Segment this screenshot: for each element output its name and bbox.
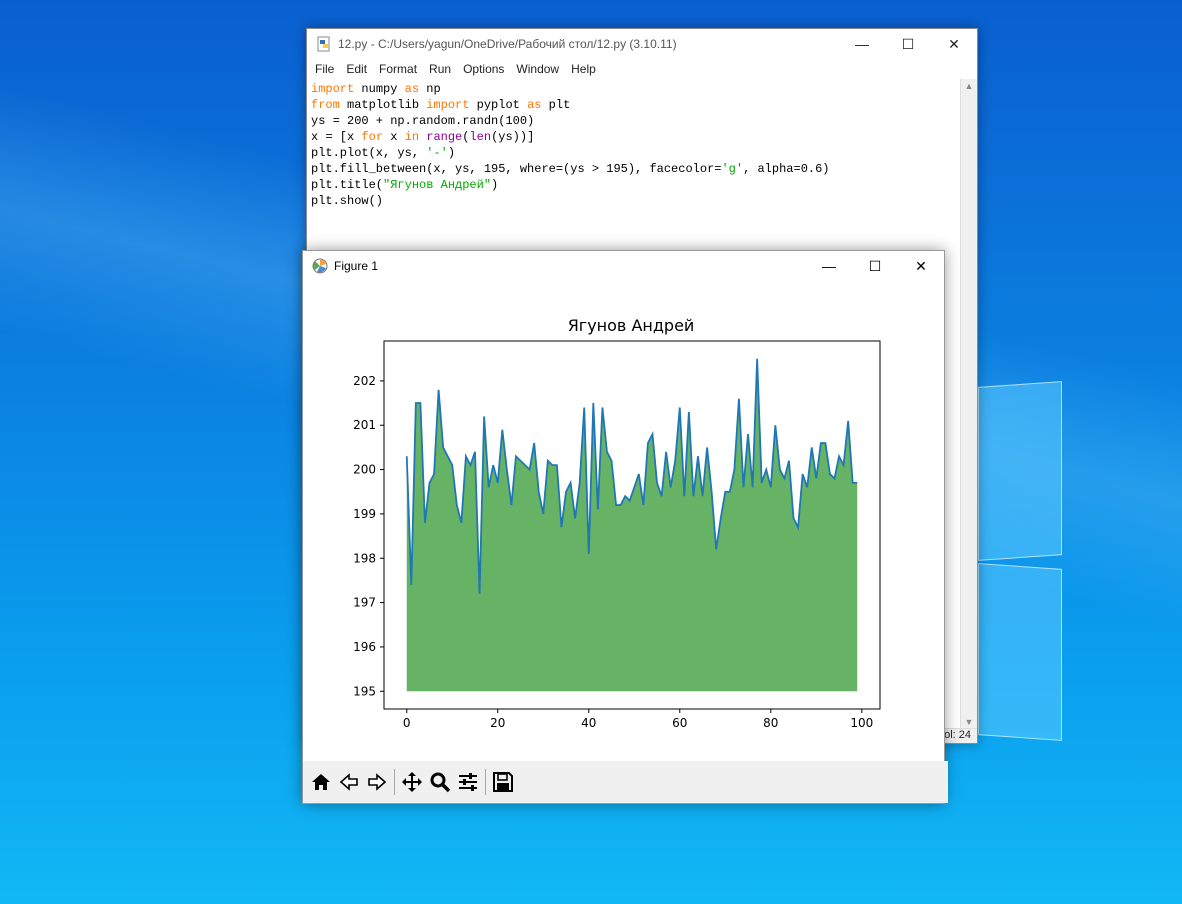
chart: Ягунов Андрей 0 20 40 60 80 100 195 196 197 198 19… xyxy=(353,316,881,730)
x-tick-label: 80 xyxy=(763,716,778,730)
x-tick-label: 0 xyxy=(403,716,411,730)
maximize-button[interactable]: ☐ xyxy=(885,29,931,59)
figure-window[interactable]: Figure 1 — ☐ ✕ Ягунов Андрей 0 20 40 60 80 10… xyxy=(302,250,948,804)
code-token: ) xyxy=(491,178,499,192)
toolbar-separator xyxy=(485,769,486,795)
code-line: plt.title("Ягунов Андрей") xyxy=(311,177,961,193)
code-token: 'g' xyxy=(721,162,744,176)
code-token: as xyxy=(527,98,542,112)
menu-run[interactable]: Run xyxy=(423,62,457,76)
menu-edit[interactable]: Edit xyxy=(340,62,373,76)
code-line: plt.fill_between(x, ys, 195, where=(ys >… xyxy=(311,161,961,177)
code-token: matplotlib xyxy=(339,98,427,112)
figure-minimize-button[interactable]: — xyxy=(806,251,852,281)
y-tick-label: 200 xyxy=(353,463,376,477)
menu-file[interactable]: File xyxy=(309,62,340,76)
code-line: import numpy as np xyxy=(311,81,961,97)
editor-scrollbar[interactable]: ▲ ▼ xyxy=(960,79,977,729)
code-token: import xyxy=(426,98,470,112)
code-token: np xyxy=(419,82,441,96)
figure-close-button[interactable]: ✕ xyxy=(898,251,944,281)
code-token: for xyxy=(361,130,384,144)
code-token: plt.fill_between(x, ys, 195, where=(ys >… xyxy=(311,162,722,176)
code-token: plt xyxy=(541,98,571,112)
back-icon[interactable] xyxy=(335,768,363,796)
fill-area xyxy=(406,358,858,692)
menu-options[interactable]: Options xyxy=(457,62,510,76)
code-line: plt.show() xyxy=(311,193,961,209)
zoom-icon[interactable] xyxy=(426,768,454,796)
figure-maximize-button[interactable]: ☐ xyxy=(852,251,898,281)
configure-subplots-icon[interactable] xyxy=(454,768,482,796)
code-token: len xyxy=(469,130,492,144)
close-button[interactable]: ✕ xyxy=(931,29,977,59)
code-line: from matplotlib import pyplot as plt xyxy=(311,97,961,113)
y-tick-label: 202 xyxy=(353,374,376,388)
figure-canvas[interactable]: Ягунов Андрей 0 20 40 60 80 100 195 196 197 198 19… xyxy=(303,281,944,761)
menu-help[interactable]: Help xyxy=(565,62,602,76)
cursor-column-indicator: ol: 24 xyxy=(944,729,971,741)
code-token: x xyxy=(383,130,405,144)
pan-icon[interactable] xyxy=(398,768,426,796)
code-token: plt.show() xyxy=(311,194,384,208)
idle-title-bar[interactable]: 12.py - C:/Users/yagun/OneDrive/Рабочий … xyxy=(307,29,977,59)
code-token: as xyxy=(404,82,420,96)
x-tick-label: 20 xyxy=(490,716,505,730)
code-token: import xyxy=(311,82,355,96)
y-tick-label: 195 xyxy=(353,684,376,698)
scroll-down-arrow-icon[interactable]: ▼ xyxy=(961,715,977,729)
code-token: '-' xyxy=(426,146,448,160)
y-tick-label: 198 xyxy=(353,551,376,565)
code-token: range xyxy=(426,130,463,144)
x-tick-label: 100 xyxy=(850,716,873,730)
code-token: in xyxy=(404,130,420,144)
y-tick-label: 196 xyxy=(353,640,376,654)
home-icon[interactable] xyxy=(307,768,335,796)
python-file-icon xyxy=(317,36,330,52)
code-token: , alpha=0.6) xyxy=(743,162,830,176)
forward-icon[interactable] xyxy=(363,768,391,796)
toolbar-separator xyxy=(394,769,395,795)
code-token: "Ягунов Андрей" xyxy=(383,178,492,192)
matplotlib-logo-icon xyxy=(312,258,328,274)
y-tick-label: 199 xyxy=(353,507,376,521)
chart-title: Ягунов Андрей xyxy=(568,316,695,335)
code-token: from xyxy=(311,98,340,112)
code-token: ) xyxy=(447,146,456,160)
code-token: ys = 200 + np.random.randn(100) xyxy=(311,114,535,128)
code-line: x = [x for x in range(len(ys))] xyxy=(311,129,961,145)
x-tick-label: 60 xyxy=(672,716,687,730)
idle-window-title: 12.py - C:/Users/yagun/OneDrive/Рабочий … xyxy=(338,37,677,51)
code-line: plt.plot(x, ys, '-') xyxy=(311,145,961,161)
y-tick-label: 197 xyxy=(353,596,376,610)
figure-window-title: Figure 1 xyxy=(334,259,379,273)
code-token: plt.plot(x, ys, xyxy=(311,146,427,160)
code-line: ys = 200 + np.random.randn(100) xyxy=(311,113,961,129)
scroll-up-arrow-icon[interactable]: ▲ xyxy=(961,79,977,93)
menu-format[interactable]: Format xyxy=(373,62,423,76)
code-token: plt.title( xyxy=(311,178,384,192)
code-token: (ys))] xyxy=(491,130,535,144)
figure-toolbar xyxy=(303,761,948,803)
code-token: pyplot xyxy=(469,98,528,112)
menu-window[interactable]: Window xyxy=(510,62,565,76)
figure-title-bar[interactable]: Figure 1 — ☐ ✕ xyxy=(303,251,944,281)
minimize-button[interactable]: — xyxy=(839,29,885,59)
y-tick-label: 201 xyxy=(353,418,376,432)
x-tick-label: 40 xyxy=(581,716,596,730)
idle-menu-bar: File Edit Format Run Options Window Help xyxy=(307,59,977,79)
code-token: x = [x xyxy=(311,130,362,144)
save-icon[interactable] xyxy=(489,768,517,796)
code-token: numpy xyxy=(354,82,405,96)
